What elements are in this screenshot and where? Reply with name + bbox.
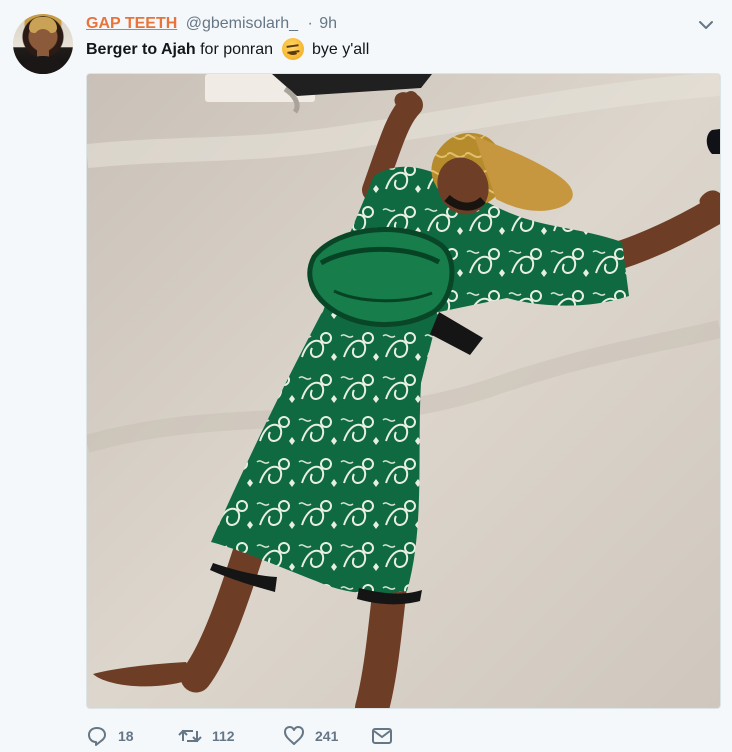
reply-icon — [88, 727, 106, 746]
photo-illustration — [87, 74, 720, 708]
retweet-icon — [178, 729, 202, 743]
retweet-count: 112 — [212, 728, 235, 744]
tired-face-emoji-icon — [281, 37, 304, 60]
tweet-text-end: bye y'all — [311, 41, 370, 58]
reply-count: 18 — [118, 728, 134, 744]
envelope-icon — [372, 728, 392, 744]
time-separator: · — [307, 15, 313, 32]
tweet-text-middle: for ponran — [200, 41, 274, 58]
tweet-header: GAP TEETH @gbemisolarh_ · 9h — [86, 14, 337, 34]
display-name[interactable]: GAP TEETH — [86, 15, 177, 32]
chevron-down-icon — [699, 21, 713, 29]
tweet-text: Berger to Ajah for ponran bye y'all — [86, 37, 370, 62]
tweet-photo[interactable] — [86, 73, 721, 709]
tweet-card: GAP TEETH @gbemisolarh_ · 9h Berger to A… — [0, 0, 732, 752]
tweet-menu-button[interactable] — [694, 13, 718, 37]
tweet-time[interactable]: 9h — [319, 15, 337, 32]
retweet-button[interactable]: 112 — [178, 722, 283, 750]
like-count: 241 — [315, 728, 339, 744]
tweet-actions: 18 112 241 — [86, 722, 393, 750]
avatar-dress — [18, 56, 68, 74]
direct-message-button[interactable] — [371, 722, 393, 750]
avatar-face — [33, 29, 53, 53]
reply-button[interactable]: 18 — [86, 722, 178, 750]
tweet-text-bold: Berger to Ajah — [86, 41, 196, 58]
like-button[interactable]: 241 — [283, 722, 371, 750]
heart-icon — [284, 726, 304, 745]
user-handle[interactable]: @gbemisolarh_ — [186, 15, 298, 32]
avatar[interactable] — [13, 14, 73, 74]
